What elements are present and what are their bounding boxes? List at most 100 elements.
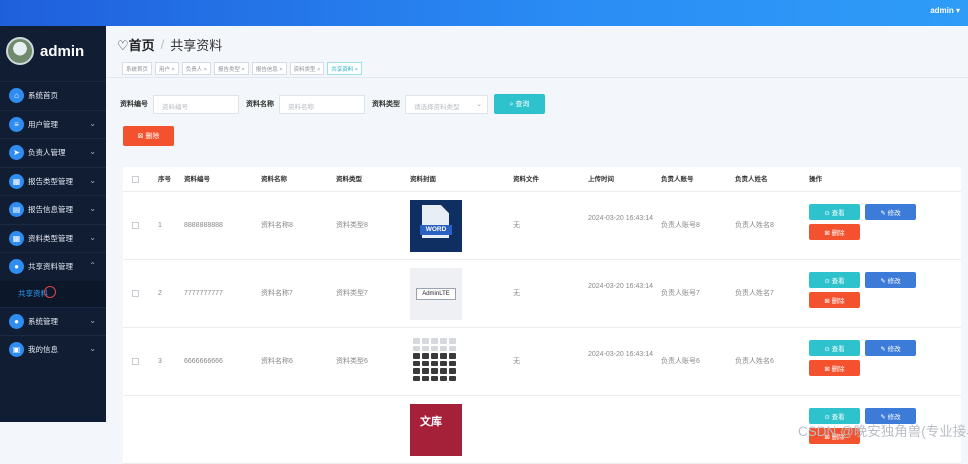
calendar-icon: ▣ [9,342,24,358]
sidebar: admin ⌂ 系统首页 ≡ 用户管理 ⌄ ➤ 负责人管理 ⌄ ▦ 报告类型管理 ⌄ ▤ 报告信息管理 ⌄… [0,26,106,422]
row-actions: ⊙ 查看 ✎ 修改 ⊠ 删除 [809,340,921,380]
chevron-icon: ⌄ [89,344,96,353]
search-bar: 资料编号 资料编号 资料名称 资料名称 资料类型 请选择资料类型 ⌄ ⌕ 查询 [120,94,545,114]
action-row: ⊙ 查看 ✎ 修改 [809,340,921,356]
cursor-indicator [44,285,56,298]
home-icon: ⌂ [9,88,24,104]
sidebar-item[interactable]: ● 共享资料管理 ⌃ [0,252,106,281]
view-button[interactable]: ⊙ 查看 [809,204,860,220]
edit-button[interactable]: ✎ 修改 [865,340,916,356]
tab[interactable]: 系统首页 [122,62,153,75]
cell-acct: 负责人账号8 [661,222,700,229]
sidebar-item[interactable]: ⌂ 系统首页 [0,81,106,110]
sidebar-item[interactable]: ▤ 报告信息管理 ⌄ [0,195,106,224]
type-label: 资料类型 [372,101,400,108]
column-header: 序号 [158,176,171,183]
cell-type: 资料类型8 [336,222,368,229]
cell-no: 1 [158,222,162,229]
select-all-checkbox[interactable] [132,176,139,183]
tab[interactable]: 用户 × [155,62,179,75]
sidebar-item-label: 报告信息管理 [28,205,73,215]
batch-delete-button[interactable]: ⊠ 删除 [123,126,174,146]
sidebar-item-label: 共享资料管理 [28,262,73,272]
breadcrumb-separator: / [160,37,165,52]
tab[interactable]: 负责人 × [181,62,212,75]
cell-person: 负责人姓名7 [735,290,774,297]
user-menu[interactable]: admin ▾ [930,6,960,15]
cell-person: 负责人姓名6 [735,358,774,365]
sidebar-item-label: 我的信息 [28,345,58,355]
name-input[interactable]: 资料名称 [279,94,365,114]
search-button[interactable]: ⌕ 查询 [494,94,545,114]
sidebar-item[interactable]: ▦ 报告类型管理 ⌄ [0,166,106,196]
grid-icon: ▦ [9,230,24,246]
table-header: 序号 资料编号 资料名称 资料类型 资料封面 资料文件 上传时间 负责人账号 负责人姓名 操作 [123,167,961,192]
chevron-icon: ⌄ [89,232,96,242]
cell-file: 无 [513,222,520,229]
cell-name: 资料名称7 [261,290,293,297]
adminlte-logo-text: AdminLTE [416,288,456,300]
document-icon: ▤ [9,202,24,218]
edit-button[interactable]: ✎ 修改 [865,272,916,288]
table-row: 2 7777777777 资料名称7 资料类型7 无 2024-03-20 16:43:1… [123,260,961,328]
user-icon: ● [9,259,24,275]
delete-button[interactable]: ⊠ 删除 [809,360,860,376]
user-icon: ● [9,313,24,329]
tab-bar: 系统首页 用户 × 负责人 × 报告类型 × 报告信息 × 资料类型 × 共享资料 × [122,62,365,75]
row-actions: ⊙ 查看 ✎ 修改 ⊠ 删除 [809,272,921,312]
grid-icon: ▦ [9,173,24,189]
tab[interactable]: 报告信息 × [251,62,287,75]
row-checkbox[interactable] [132,290,139,297]
row-checkbox[interactable] [132,222,139,229]
sidebar-item-label: 负责人管理 [28,148,66,158]
sidebar-item[interactable]: ● 系统管理 ⌄ [0,306,106,336]
cell-no: 2 [158,290,162,297]
cell-file: 无 [513,290,520,297]
column-header: 操作 [809,176,822,183]
cover-image: AdminLTE [410,268,462,320]
delete-button[interactable]: ⊠ 删除 [809,224,860,240]
edit-button[interactable]: ✎ 修改 [865,204,916,220]
cell-person: 负责人姓名8 [735,222,774,229]
cell-acct: 负责人账号7 [661,290,700,297]
chevron-down-icon: ⌄ [476,100,482,108]
column-header: 资料封面 [410,176,436,183]
type-select-placeholder: 请选择资料类型 [414,103,460,111]
sidebar-item-label: 报告类型管理 [28,176,73,186]
cell-code: 6666666666 [184,358,223,365]
sidebar-item[interactable]: ➤ 负责人管理 ⌄ [0,138,106,167]
sliders-icon: ≡ [9,116,24,132]
sidebar-subitem-shared-materials[interactable]: 共享资料 [0,280,106,307]
book-cover-text: 文库 [420,416,442,428]
code-input[interactable]: 资料编号 [153,94,239,114]
row-checkbox[interactable] [132,358,139,365]
type-select[interactable]: 请选择资料类型 ⌄ [405,94,488,114]
view-button[interactable]: ⊙ 查看 [809,340,860,356]
cover-image [410,336,462,388]
avatar [6,37,34,65]
tab[interactable]: 资料类型 × [289,62,325,75]
delete-button[interactable]: ⊠ 删除 [809,292,860,308]
cell-no: 3 [158,358,162,365]
code-label: 资料编号 [120,101,148,108]
cell-code: 8888888888 [184,222,223,229]
cell-type: 资料类型7 [336,290,368,297]
tab[interactable]: 报告类型 × [214,62,249,75]
sidebar-item[interactable]: ▣ 我的信息 ⌄ [0,335,106,364]
sidebar-item[interactable]: ≡ 用户管理 ⌄ [0,109,106,139]
cell-name: 资料名称6 [261,358,293,365]
profile: admin [6,37,84,65]
tab[interactable]: 共享资料 × [327,62,363,75]
column-header: 上传时间 [588,176,614,183]
breadcrumb: ♡首页 / 共享资料 [117,35,222,54]
view-button[interactable]: ⊙ 查看 [809,272,860,288]
cover-image: 文库 [410,404,462,456]
breadcrumb-home[interactable]: ♡首页 [117,35,155,54]
sidebar-item[interactable]: ▦ 资料类型管理 ⌄ [0,223,106,253]
chevron-icon: ⌄ [89,147,96,156]
username: admin [40,42,85,60]
send-icon: ➤ [9,145,24,161]
cell-code: 7777777777 [184,290,223,297]
column-header: 资料文件 [513,176,539,183]
action-row: ⊠ 删除 [809,292,921,308]
